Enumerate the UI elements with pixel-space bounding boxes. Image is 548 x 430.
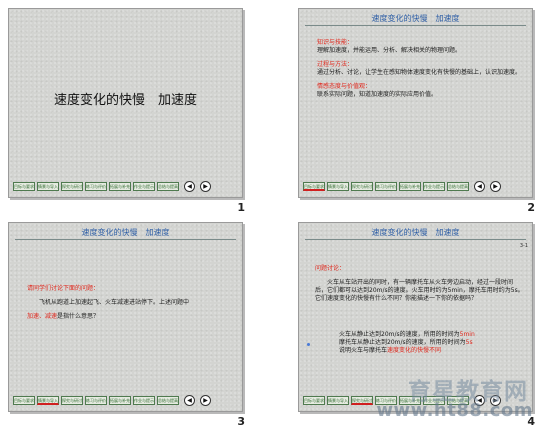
section-text: 联系实际问题，知道加速度的实际应用价值。 bbox=[317, 91, 438, 98]
nav-button[interactable]: 情景与导入 bbox=[37, 396, 59, 405]
slide: 速度变化的快慢 加速度 知识与技能： 理解加速度，并能运用、分析、解决相关的物理… bbox=[298, 8, 533, 198]
answer-value: 5s bbox=[465, 339, 473, 346]
answer-line: 摩托车从静止达到20m/s的速度，所用的时间为 bbox=[339, 339, 466, 346]
nav-button[interactable]: 总结与提高 bbox=[157, 182, 179, 191]
discussion-heading: 问题讨论： bbox=[315, 265, 346, 272]
bullet-dot-icon bbox=[307, 343, 310, 346]
nav-button[interactable]: 目标与要求 bbox=[13, 396, 35, 405]
slide-navbar: 目标与要求 情景与导入 探究与研讨 练习与评价 拓展与补充 作业与提示 总结与提… bbox=[13, 180, 241, 193]
question-tail: 是指什么意思？ bbox=[57, 313, 100, 320]
slide-corner-label: 3-1 bbox=[519, 243, 528, 249]
nav-button[interactable]: 目标与要求 bbox=[303, 396, 325, 405]
slide-navbar: 目标与要求 情景与导入 探究与研讨 练习与评价 拓展与补充 作业与提示 总结与提… bbox=[13, 394, 241, 407]
slide-header: 速度变化的快慢 加速度 bbox=[15, 226, 236, 240]
section-text: 通过分析、讨论，让学生在感知物体速度变化有快慢的基础上，认识加速度。 bbox=[317, 69, 522, 76]
prev-arrow-icon[interactable]: ◀ bbox=[184, 181, 195, 192]
question-body: 飞机从跑道上加速起飞、火车减速进站停下。上述问题中 bbox=[39, 299, 190, 306]
slide-number: 1 bbox=[237, 201, 245, 214]
nav-button[interactable]: 作业与提示 bbox=[133, 182, 155, 191]
answer-line: 火车从静止达到20m/s的速度，所用的时间为 bbox=[339, 331, 460, 338]
nav-button[interactable]: 情景与导入 bbox=[327, 396, 349, 405]
nav-button[interactable]: 探究与研讨 bbox=[351, 182, 373, 191]
nav-button[interactable]: 探究与研讨 bbox=[61, 182, 83, 191]
next-arrow-icon[interactable]: ▶ bbox=[490, 181, 501, 192]
answer-block: 火车从静止达到20m/s的速度，所用的时间为5min 摩托车从静止达到20m/s… bbox=[339, 331, 524, 355]
prev-arrow-icon[interactable]: ◀ bbox=[474, 181, 485, 192]
slide-content: 知识与技能： 理解加速度，并能运用、分析、解决相关的物理问题。 过程与方法： 通… bbox=[317, 39, 524, 105]
slide-thumbnail-2[interactable]: 速度变化的快慢 加速度 知识与技能： 理解加速度，并能运用、分析、解决相关的物理… bbox=[298, 8, 535, 214]
nav-button[interactable]: 作业与提示 bbox=[133, 396, 155, 405]
nav-button[interactable]: 总结与提高 bbox=[447, 182, 469, 191]
slide-navbar: 目标与要求 情景与导入 探究与研讨 练习与评价 拓展与补充 作业与提示 总结与提… bbox=[303, 180, 531, 193]
section-heading: 过程与方法： bbox=[317, 61, 354, 68]
nav-button[interactable]: 拓展与补充 bbox=[109, 182, 131, 191]
discussion-text: 火车从车站开出的同时，有一辆摩托车从火车旁边启动，经过一段时间后，它们都可以达到… bbox=[315, 279, 524, 302]
nav-button[interactable]: 总结与提高 bbox=[157, 396, 179, 405]
prev-arrow-icon[interactable]: ◀ bbox=[184, 395, 195, 406]
slide-content: 请同学们讨论下面的问题： 飞机从跑道上加速起飞、火车减速进站停下。上述问题中 加… bbox=[27, 285, 234, 327]
slide: 速度变化的快慢 加速度 目标与要求 情景与导入 探究与研讨 练习与评价 拓展与补… bbox=[8, 8, 243, 198]
slide: 速度变化的快慢 加速度 请同学们讨论下面的问题： 飞机从跑道上加速起飞、火车减速… bbox=[8, 222, 243, 412]
answer-value: 速度变化的快慢不同 bbox=[387, 347, 442, 354]
nav-button[interactable]: 练习与评价 bbox=[375, 182, 397, 191]
nav-button[interactable]: 练习与评价 bbox=[85, 396, 107, 405]
answer-value: 5min bbox=[459, 331, 475, 338]
highlight-text: 加速、减速 bbox=[27, 313, 58, 320]
slide-thumbnail-3[interactable]: 速度变化的快慢 加速度 请同学们讨论下面的问题： 飞机从跑道上加速起飞、火车减速… bbox=[8, 222, 245, 428]
nav-button[interactable]: 拓展与补充 bbox=[109, 396, 131, 405]
section-heading: 情感态度与价值观： bbox=[317, 83, 372, 90]
nav-button[interactable]: 作业与提示 bbox=[423, 182, 445, 191]
nav-button[interactable]: 目标与要求 bbox=[303, 182, 325, 191]
slide-header: 速度变化的快慢 加速度 bbox=[305, 226, 526, 240]
nav-button[interactable]: 练习与评价 bbox=[85, 182, 107, 191]
nav-button[interactable]: 探究与研讨 bbox=[61, 396, 83, 405]
nav-button[interactable]: 情景与导入 bbox=[37, 182, 59, 191]
next-arrow-icon[interactable]: ▶ bbox=[200, 395, 211, 406]
section-text: 理解加速度，并能运用、分析、解决相关的物理问题。 bbox=[317, 47, 462, 54]
section-heading: 知识与技能： bbox=[317, 39, 354, 46]
nav-button[interactable]: 情景与导入 bbox=[327, 182, 349, 191]
next-arrow-icon[interactable]: ▶ bbox=[200, 181, 211, 192]
watermark-url: www.ht88.com bbox=[376, 400, 533, 421]
slide-number: 2 bbox=[527, 201, 535, 214]
nav-button[interactable]: 目标与要求 bbox=[13, 182, 35, 191]
nav-button[interactable]: 拓展与补充 bbox=[399, 182, 421, 191]
nav-button[interactable]: 探究与研讨 bbox=[351, 396, 373, 405]
slide-number: 3 bbox=[237, 415, 245, 428]
slide-title: 速度变化的快慢 加速度 bbox=[53, 93, 197, 108]
answer-line: 说明火车与摩托车 bbox=[339, 347, 388, 354]
question-prompt: 请同学们讨论下面的问题： bbox=[27, 285, 100, 292]
slide-content: 问题讨论： 火车从车站开出的同时，有一辆摩托车从火车旁边启动，经过一段时间后，它… bbox=[315, 265, 524, 309]
slide-thumbnail-1[interactable]: 速度变化的快慢 加速度 目标与要求 情景与导入 探究与研讨 练习与评价 拓展与补… bbox=[8, 8, 245, 214]
slide-header: 速度变化的快慢 加速度 bbox=[305, 12, 526, 26]
